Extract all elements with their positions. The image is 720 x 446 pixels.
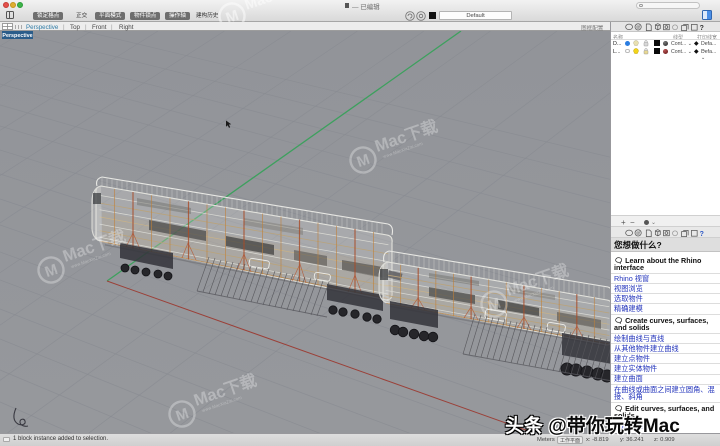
svg-text:Mac下载: Mac下载	[242, 0, 302, 14]
svg-text:@: @	[636, 25, 641, 30]
svg-text:@: @	[636, 231, 641, 236]
svg-text:?: ?	[700, 231, 704, 238]
svg-text:Perspective: Perspective	[2, 33, 32, 39]
svg-text:M: M	[224, 7, 241, 22]
svg-text:?: ?	[700, 25, 704, 32]
